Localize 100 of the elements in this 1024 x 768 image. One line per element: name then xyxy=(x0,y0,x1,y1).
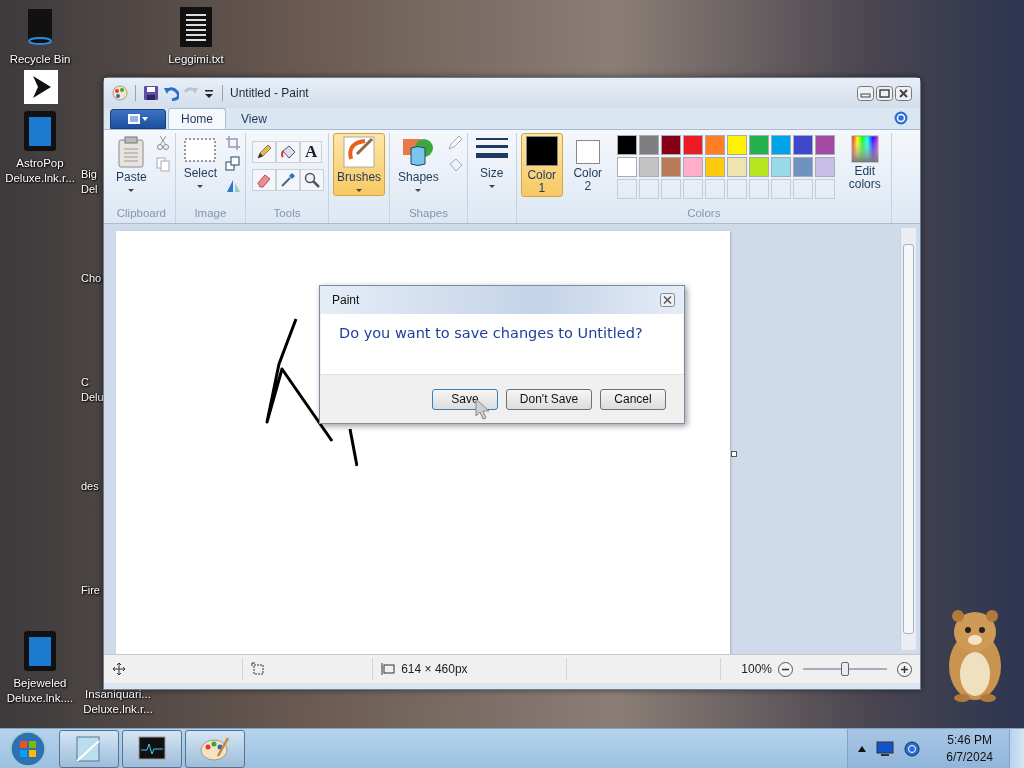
resize-handle[interactable] xyxy=(731,451,737,457)
shapes-button[interactable]: Shapes xyxy=(394,133,443,196)
zoom-in-button[interactable] xyxy=(897,661,912,677)
ribbon-tab[interactable]: View xyxy=(228,108,280,129)
dialog-button[interactable]: Don't Save xyxy=(506,388,592,410)
icon-label[interactable]: AstroPop Deluxe.lnk.r... xyxy=(0,156,80,186)
zoom-percent: 100% xyxy=(741,662,772,676)
help-icon[interactable] xyxy=(894,111,908,125)
palette-color[interactable] xyxy=(770,157,791,177)
crop-icon[interactable] xyxy=(225,135,242,151)
palette-color[interactable] xyxy=(682,157,703,177)
palette-color[interactable] xyxy=(704,157,725,177)
icon-label[interactable]: Big Del xyxy=(81,167,98,197)
color-slot-button[interactable]: Color 1 xyxy=(520,133,563,197)
palette-color[interactable] xyxy=(814,135,835,155)
save-icon[interactable] xyxy=(143,85,159,101)
group-label: Shapes xyxy=(408,207,448,221)
brushes-button[interactable]: Brushes xyxy=(333,133,386,196)
icon-label[interactable]: Fire xyxy=(81,583,100,598)
show-desktop-button[interactable] xyxy=(1009,729,1024,768)
palette-color[interactable] xyxy=(814,157,835,177)
palette-color[interactable] xyxy=(704,135,725,155)
windows-logo-icon xyxy=(10,731,46,767)
image-size-text: 614 × 460px xyxy=(401,662,468,676)
icon-label[interactable]: Bejeweled Deluxe.lnk.... xyxy=(0,676,80,706)
icon-label[interactable]: Recycle Bin xyxy=(0,52,80,67)
empty-color-slot[interactable] xyxy=(770,179,791,199)
eraser-icon[interactable] xyxy=(252,169,277,191)
empty-color-slot[interactable] xyxy=(748,179,769,199)
show-hidden-icons-button[interactable] xyxy=(858,746,867,752)
empty-color-slot[interactable] xyxy=(792,179,813,199)
palette-color[interactable] xyxy=(660,135,681,155)
group-label: Clipboard xyxy=(116,207,166,221)
palette-color[interactable] xyxy=(638,135,659,155)
clock-date: 6/7/2024 xyxy=(946,749,993,766)
paint-app-icon[interactable] xyxy=(112,85,128,101)
zoom-out-button[interactable] xyxy=(778,661,793,677)
ribbon-tab[interactable]: Home xyxy=(168,108,226,129)
empty-color-slot[interactable] xyxy=(814,179,835,199)
palette-color[interactable] xyxy=(726,135,747,155)
menu-icon xyxy=(127,113,149,125)
clock-time: 5:46 PM xyxy=(947,732,992,749)
palette-color[interactable] xyxy=(660,157,681,177)
empty-color-slot[interactable] xyxy=(682,179,703,199)
outline-icon[interactable] xyxy=(446,135,463,151)
text-tool-button[interactable]: A xyxy=(300,141,323,163)
group-label: Image xyxy=(194,207,227,221)
icon-label[interactable]: des xyxy=(81,479,99,494)
palette-color[interactable] xyxy=(726,157,747,177)
select-button[interactable]: Select xyxy=(179,133,222,192)
shapes-icon xyxy=(402,136,435,168)
window-title: Untitled - Paint xyxy=(230,86,309,100)
edit-colors-button[interactable]: Edit colors xyxy=(842,133,887,193)
copy-icon[interactable] xyxy=(154,156,171,172)
paint-bucket-icon[interactable] xyxy=(276,141,301,163)
palette-color[interactable] xyxy=(682,135,703,155)
magnifier-icon[interactable] xyxy=(300,169,325,191)
group-label: Tools xyxy=(273,207,301,221)
selection-size-icon xyxy=(251,662,266,676)
palette-color[interactable] xyxy=(616,135,637,155)
slider-thumb[interactable] xyxy=(841,662,849,676)
vertical-scrollbar[interactable] xyxy=(900,228,916,650)
palette-color[interactable] xyxy=(792,157,813,177)
color-spectrum-icon xyxy=(850,135,879,163)
dialog-button[interactable]: Cancel xyxy=(600,388,666,410)
color-slot-button[interactable]: Color 2 xyxy=(566,133,609,197)
maximize-button[interactable] xyxy=(876,85,893,101)
resize-icon[interactable] xyxy=(225,156,242,172)
icon-label[interactable]: Insaniquari... Deluxe.lnk.r... xyxy=(80,687,156,717)
icon-label[interactable]: Cho xyxy=(81,271,102,286)
empty-color-slot[interactable] xyxy=(660,179,681,199)
icon-label[interactable]: Leggimi.txt xyxy=(156,52,236,67)
color-picker-icon[interactable] xyxy=(276,169,301,191)
pencil-icon[interactable] xyxy=(252,141,277,163)
dialog-button[interactable]: Save xyxy=(432,388,498,410)
paste-button[interactable]: Paste xyxy=(112,133,151,196)
close-button[interactable] xyxy=(660,293,675,307)
empty-color-slot[interactable] xyxy=(616,179,637,199)
selection-icon xyxy=(184,136,217,164)
palette-color[interactable] xyxy=(770,135,791,155)
palette-color[interactable] xyxy=(792,135,813,155)
move-icon xyxy=(112,662,126,676)
icon-label[interactable]: C Delu xyxy=(81,375,104,405)
clipboard-icon xyxy=(116,136,147,168)
empty-color-slot[interactable] xyxy=(726,179,747,199)
empty-color-slot[interactable] xyxy=(638,179,659,199)
application-menu-button[interactable] xyxy=(110,109,166,129)
palette-color[interactable] xyxy=(748,157,769,177)
empty-color-slot[interactable] xyxy=(704,179,725,199)
close-button[interactable] xyxy=(895,85,912,101)
palette-color[interactable] xyxy=(638,157,659,177)
palette-color[interactable] xyxy=(748,135,769,155)
minimize-button[interactable] xyxy=(857,85,874,101)
palette-color[interactable] xyxy=(616,157,637,177)
size-button[interactable]: Size xyxy=(471,133,512,192)
image-size-icon xyxy=(381,662,396,676)
cut-icon[interactable] xyxy=(154,135,171,151)
undo-icon[interactable] xyxy=(163,85,179,101)
brush-icon xyxy=(343,136,376,168)
dialog-title: Paint xyxy=(332,293,360,307)
